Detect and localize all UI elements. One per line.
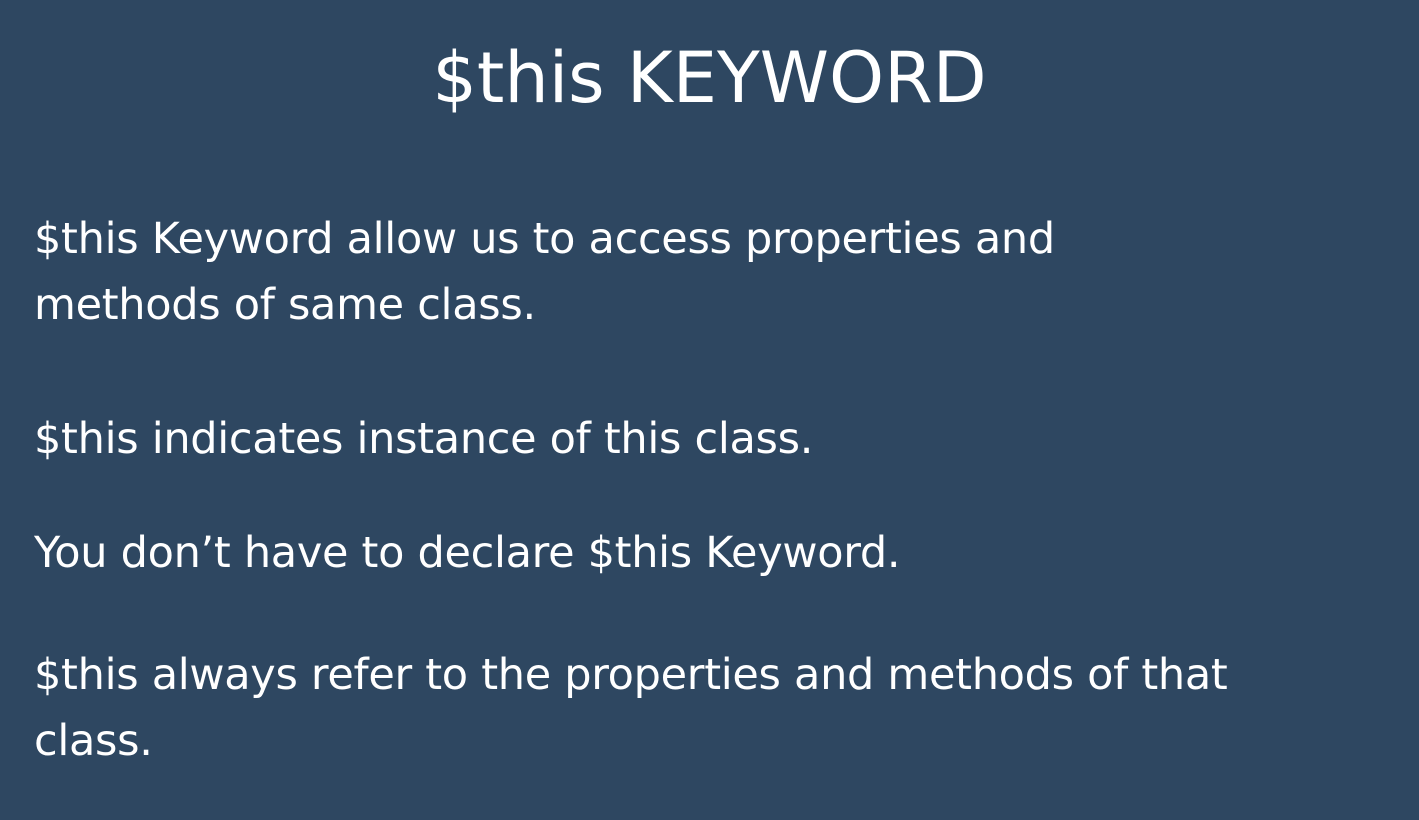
paragraph-access-properties: $this Keyword allow us to access propert…: [34, 206, 1404, 338]
paragraph-line: $this Keyword allow us to access propert…: [34, 214, 1055, 264]
paragraph-line: $this indicates instance of this class.: [34, 414, 814, 464]
slide-body: $this Keyword allow us to access propert…: [34, 206, 1404, 774]
slide-title: $this KEYWORD: [432, 37, 987, 119]
paragraph-line: You don’t have to declare $this Keyword.: [34, 528, 901, 578]
paragraph-line: class.: [34, 716, 153, 766]
paragraph-instance: $this indicates instance of this class.: [34, 406, 1404, 472]
presentation-slide: $this KEYWORD $this Keyword allow us to …: [0, 0, 1419, 820]
paragraph-line: methods of same class.: [34, 280, 536, 330]
paragraph-line: $this always refer to the properties and…: [34, 650, 1228, 700]
paragraph-refer: $this always refer to the properties and…: [34, 642, 1404, 774]
paragraph-declare: You don’t have to declare $this Keyword.: [34, 520, 1404, 586]
